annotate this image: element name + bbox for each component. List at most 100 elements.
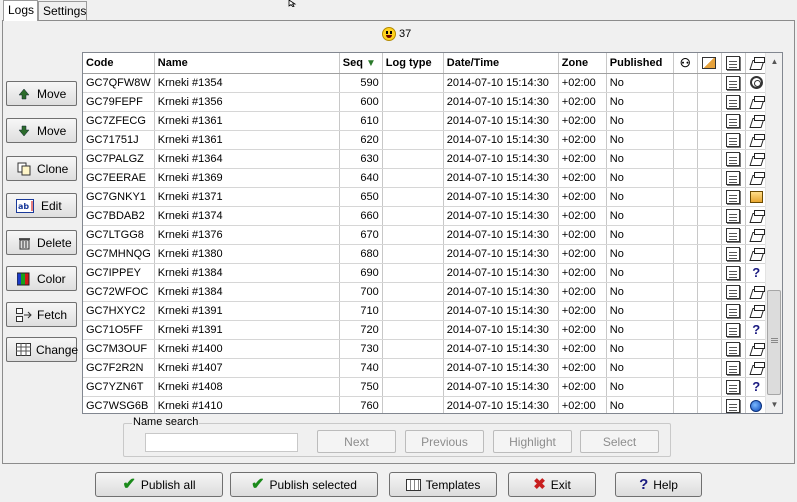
cell-logtype[interactable]: [382, 396, 444, 413]
cell-image[interactable]: [697, 263, 722, 283]
cell-published[interactable]: No: [606, 187, 674, 207]
cell-logtype[interactable]: [382, 92, 444, 112]
cell-type[interactable]: [745, 92, 768, 112]
cell-name[interactable]: Krneki #1400: [154, 339, 340, 359]
cell-image[interactable]: [697, 73, 722, 93]
cell-logtype[interactable]: [382, 358, 444, 378]
cell-zone[interactable]: +02:00: [558, 320, 607, 340]
cell-published[interactable]: No: [606, 149, 674, 169]
cell-code[interactable]: GC72WFOC: [83, 282, 155, 302]
cell-note[interactable]: [721, 263, 746, 283]
cell-published[interactable]: No: [606, 73, 674, 93]
table-row[interactable]: GC7M3OUF Krneki #1400 730 2014-07-10 15:14:…: [83, 339, 768, 359]
cell-seq[interactable]: 630: [339, 149, 383, 169]
cell-code[interactable]: GC7IPPEY: [83, 263, 155, 283]
cell-name[interactable]: Krneki #1384: [154, 263, 340, 283]
cell-image[interactable]: [697, 168, 722, 188]
cell-datetime[interactable]: 2014-07-10 15:14:30: [443, 282, 559, 302]
cell-seq[interactable]: 610: [339, 111, 383, 131]
cell-image[interactable]: [697, 301, 722, 321]
cell-note[interactable]: [721, 92, 746, 112]
scroll-down-arrow-icon[interactable]: ▼: [766, 396, 782, 413]
table-row[interactable]: GC7EERAE Krneki #1369 640 2014-07-10 15:14:…: [83, 168, 768, 188]
cell-note[interactable]: [721, 206, 746, 226]
cell-name[interactable]: Krneki #1376: [154, 225, 340, 245]
cell-datetime[interactable]: 2014-07-10 15:14:30: [443, 377, 559, 397]
cell-note[interactable]: [721, 225, 746, 245]
cell-seq[interactable]: 690: [339, 263, 383, 283]
cell-zone[interactable]: +02:00: [558, 282, 607, 302]
cell-image[interactable]: [697, 225, 722, 245]
cell-note[interactable]: [721, 149, 746, 169]
cell-note[interactable]: [721, 244, 746, 264]
cell-zone[interactable]: +02:00: [558, 377, 607, 397]
cell-type[interactable]: [745, 206, 768, 226]
col-header-note[interactable]: [721, 53, 746, 74]
cell-type[interactable]: [745, 149, 768, 169]
cell-bug[interactable]: [673, 396, 698, 413]
cell-image[interactable]: [697, 282, 722, 302]
cell-published[interactable]: No: [606, 358, 674, 378]
logs-grid[interactable]: Code Name Seq ▼ Log type Date/Time Zone P…: [82, 52, 783, 414]
cell-zone[interactable]: +02:00: [558, 301, 607, 321]
cell-zone[interactable]: +02:00: [558, 130, 607, 150]
cell-zone[interactable]: +02:00: [558, 168, 607, 188]
cell-zone[interactable]: +02:00: [558, 73, 607, 93]
cell-image[interactable]: [697, 339, 722, 359]
cell-code[interactable]: GC7YZN6T: [83, 377, 155, 397]
edit-button[interactable]: ab Edit: [6, 193, 77, 218]
color-button[interactable]: Color: [6, 266, 77, 291]
cell-datetime[interactable]: 2014-07-10 15:14:30: [443, 320, 559, 340]
cell-name[interactable]: Krneki #1371: [154, 187, 340, 207]
col-header-logtype[interactable]: Log type: [382, 53, 444, 74]
cell-note[interactable]: [721, 358, 746, 378]
cell-published[interactable]: No: [606, 225, 674, 245]
cell-name[interactable]: Krneki #1391: [154, 301, 340, 321]
cell-image[interactable]: [697, 358, 722, 378]
cell-zone[interactable]: +02:00: [558, 244, 607, 264]
cell-zone[interactable]: +02:00: [558, 206, 607, 226]
cell-name[interactable]: Krneki #1408: [154, 377, 340, 397]
cell-type[interactable]: ?: [745, 263, 768, 283]
publish-all-button[interactable]: ✔ Publish all: [95, 472, 223, 497]
cell-seq[interactable]: 720: [339, 320, 383, 340]
table-row[interactable]: GC7WSG6B Krneki #1410 760 2014-07-10 15:14:…: [83, 396, 768, 413]
cell-datetime[interactable]: 2014-07-10 15:14:30: [443, 73, 559, 93]
cell-seq[interactable]: 650: [339, 187, 383, 207]
cell-bug[interactable]: [673, 73, 698, 93]
cell-image[interactable]: [697, 111, 722, 131]
cell-published[interactable]: No: [606, 130, 674, 150]
cell-image[interactable]: [697, 320, 722, 340]
select-button[interactable]: Select: [580, 430, 659, 453]
cell-image[interactable]: [697, 244, 722, 264]
cell-name[interactable]: Krneki #1361: [154, 111, 340, 131]
cell-code[interactable]: GC7QFW8W: [83, 73, 155, 93]
cell-seq[interactable]: 620: [339, 130, 383, 150]
cell-published[interactable]: No: [606, 244, 674, 264]
move-down-button[interactable]: Move: [6, 118, 77, 143]
cell-note[interactable]: [721, 282, 746, 302]
cell-note[interactable]: [721, 320, 746, 340]
cell-bug[interactable]: [673, 282, 698, 302]
cell-seq[interactable]: 660: [339, 206, 383, 226]
cell-seq[interactable]: 670: [339, 225, 383, 245]
highlight-button[interactable]: Highlight: [493, 430, 572, 453]
table-row[interactable]: GC7HXYC2 Krneki #1391 710 2014-07-10 15:14:…: [83, 301, 768, 321]
cell-image[interactable]: [697, 377, 722, 397]
cell-image[interactable]: [697, 206, 722, 226]
cell-seq[interactable]: 740: [339, 358, 383, 378]
cell-name[interactable]: Krneki #1361: [154, 130, 340, 150]
cell-published[interactable]: No: [606, 282, 674, 302]
cell-note[interactable]: [721, 339, 746, 359]
cell-bug[interactable]: [673, 301, 698, 321]
cell-logtype[interactable]: [382, 168, 444, 188]
tab-logs[interactable]: Logs: [3, 0, 38, 21]
cell-logtype[interactable]: [382, 130, 444, 150]
cell-datetime[interactable]: 2014-07-10 15:14:30: [443, 111, 559, 131]
cell-published[interactable]: No: [606, 320, 674, 340]
cell-bug[interactable]: [673, 130, 698, 150]
cell-code[interactable]: GC7F2R2N: [83, 358, 155, 378]
cell-code[interactable]: GC71751J: [83, 130, 155, 150]
cell-published[interactable]: No: [606, 396, 674, 413]
cell-datetime[interactable]: 2014-07-10 15:14:30: [443, 206, 559, 226]
